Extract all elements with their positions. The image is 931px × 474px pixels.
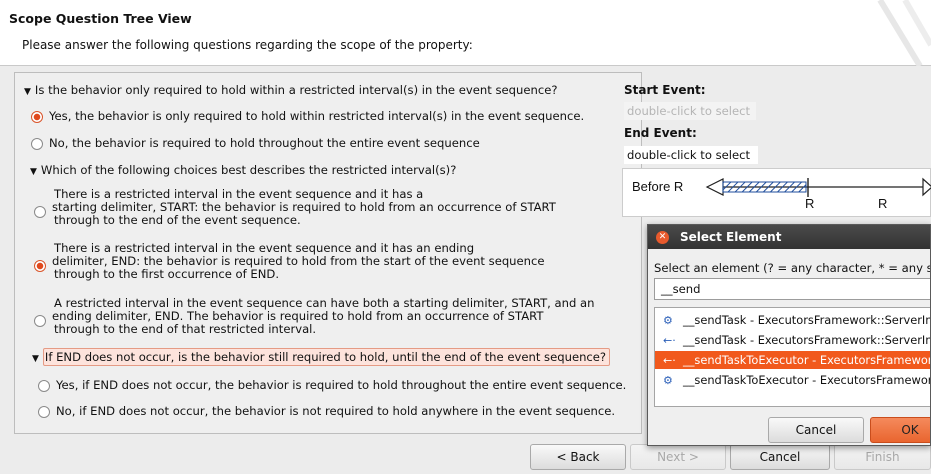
expand-triangle-icon[interactable]: ▼ bbox=[30, 167, 37, 177]
cancel-button[interactable]: Cancel bbox=[730, 444, 830, 470]
element-list[interactable]: ⚙__sendTask - ExecutorsFramework::Server… bbox=[654, 307, 931, 407]
question-3[interactable]: ▼ If END does not occur, is the behavior … bbox=[32, 348, 611, 366]
diagram-marker-r2: R bbox=[878, 196, 888, 211]
q1-option-yes-label[interactable]: Yes, the behavior is only required to ho… bbox=[49, 110, 584, 123]
message-icon: ←· bbox=[663, 354, 676, 367]
question-2[interactable]: ▼ Which of the following choices best des… bbox=[30, 163, 456, 177]
dialog-ok-button[interactable]: OK bbox=[870, 417, 930, 443]
q1-option-yes-radio[interactable] bbox=[31, 111, 43, 123]
list-item-label: __sendTaskToExecutor - ExecutorsFramewor… bbox=[683, 373, 931, 387]
q3-option-yes-label[interactable]: Yes, if END does not occur, the behavior… bbox=[56, 379, 626, 392]
end-event-field[interactable]: double-click to select bbox=[624, 146, 758, 164]
dialog-prompt: Select an element (? = any character, * … bbox=[654, 261, 930, 275]
q3-option-no-radio[interactable] bbox=[38, 406, 50, 418]
q2-option-start-line-3[interactable]: through to the end of the event sequence… bbox=[54, 214, 301, 227]
q2-option-start-line-1[interactable]: There is a restricted interval in the ev… bbox=[54, 188, 423, 201]
dialog-titlebar[interactable]: ✕ Select Element bbox=[648, 225, 930, 249]
q2-option-start-radio[interactable] bbox=[34, 206, 46, 218]
q2-option-both-radio[interactable] bbox=[34, 315, 46, 327]
q3-option-yes-radio[interactable] bbox=[38, 380, 50, 392]
q2-option-both-line-3[interactable]: through to the end of that restricted in… bbox=[54, 323, 316, 336]
list-item-label: __sendTask - ExecutorsFramework::ServerI… bbox=[683, 313, 931, 327]
finish-button[interactable]: Finish bbox=[834, 444, 931, 470]
next-button[interactable]: Next > bbox=[630, 444, 726, 470]
question-1-text: Is the behavior only required to hold wi… bbox=[34, 83, 558, 97]
dialog-title: Select Element bbox=[680, 230, 782, 244]
page-title: Scope Question Tree View bbox=[9, 11, 192, 26]
q1-option-no-radio[interactable] bbox=[31, 138, 43, 150]
dialog-cancel-button[interactable]: Cancel bbox=[768, 417, 864, 443]
q2-option-start-line-2[interactable]: starting delimiter, START: the behavior … bbox=[52, 201, 556, 214]
back-button[interactable]: < Back bbox=[530, 444, 626, 470]
q1-option-no-label[interactable]: No, the behavior is required to hold thr… bbox=[49, 137, 480, 150]
question-3-text: If END does not occur, is the behavior s… bbox=[42, 348, 611, 366]
end-event-label: End Event: bbox=[624, 126, 697, 140]
list-item-selected[interactable]: ←· __sendTaskToExecutor - ExecutorsFramew… bbox=[655, 351, 931, 369]
q2-option-end-line-1[interactable]: There is a restricted interval in the ev… bbox=[54, 242, 474, 255]
q3-option-no-label[interactable]: No, if END does not occur, the behavior … bbox=[56, 405, 615, 418]
q2-option-end-line-2[interactable]: delimiter, END: the behavior is required… bbox=[52, 255, 545, 268]
message-icon: ←· bbox=[663, 334, 676, 347]
list-item-label: __sendTask - ExecutorsFramework::ServerI… bbox=[683, 333, 931, 347]
start-event-label: Start Event: bbox=[624, 83, 706, 97]
wizard-header: Scope Question Tree View Please answer t… bbox=[0, 0, 931, 66]
list-item[interactable]: ⚙ __sendTaskToExecutor - ExecutorsFramewo… bbox=[655, 371, 931, 389]
list-item-label: __sendTaskToExecutor - ExecutorsFramewor… bbox=[683, 353, 931, 367]
q2-option-both-line-1[interactable]: A restricted interval in the event seque… bbox=[54, 297, 594, 310]
question-2-text: Which of the following choices best desc… bbox=[40, 163, 457, 177]
element-search-input[interactable]: __send bbox=[654, 278, 930, 300]
method-icon: ⚙ bbox=[663, 314, 673, 327]
q2-option-end-radio[interactable] bbox=[34, 260, 46, 272]
page-subtitle: Please answer the following questions re… bbox=[22, 38, 473, 52]
expand-triangle-icon[interactable]: ▼ bbox=[24, 87, 31, 97]
header-decoration bbox=[877, 0, 931, 66]
scope-diagram: Before R R R bbox=[622, 168, 931, 217]
diagram-marker-r1: R bbox=[805, 196, 815, 211]
select-element-dialog: ✕ Select Element Select an element (? = … bbox=[647, 224, 931, 446]
method-icon: ⚙ bbox=[663, 374, 673, 387]
q2-option-both-line-2[interactable]: ending delimiter, END. The behavior is r… bbox=[52, 310, 543, 323]
list-item[interactable]: ⚙ __sendTask - ExecutorsFramework::Server… bbox=[655, 311, 931, 329]
start-event-field[interactable]: double-click to select bbox=[624, 102, 756, 120]
q2-option-end-line-3[interactable]: through to the first occurrence of END. bbox=[54, 268, 279, 281]
close-icon[interactable]: ✕ bbox=[656, 231, 669, 244]
question-1[interactable]: ▼ Is the behavior only required to hold w… bbox=[24, 83, 557, 97]
expand-triangle-icon[interactable]: ▼ bbox=[32, 354, 39, 364]
list-item[interactable]: ←· __sendTask - ExecutorsFramework::Serve… bbox=[655, 331, 931, 349]
